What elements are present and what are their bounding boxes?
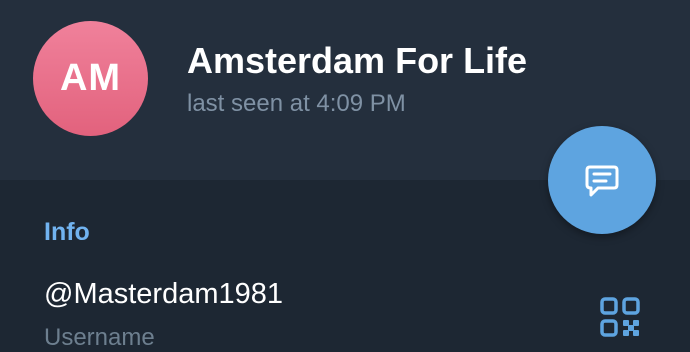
qr-code-button[interactable] bbox=[600, 297, 640, 337]
avatar[interactable]: AM bbox=[33, 21, 148, 136]
profile-name: Amsterdam For Life bbox=[187, 40, 528, 81]
send-message-button[interactable] bbox=[548, 126, 656, 234]
info-section-title: Info bbox=[44, 218, 90, 246]
username-label: Username bbox=[44, 324, 155, 351]
last-seen-status: last seen at 4:09 PM bbox=[187, 90, 406, 117]
message-icon bbox=[585, 165, 619, 197]
qr-code-icon bbox=[600, 297, 640, 337]
avatar-initials: AM bbox=[59, 57, 122, 99]
username-value[interactable]: @Masterdam1981 bbox=[44, 278, 283, 311]
